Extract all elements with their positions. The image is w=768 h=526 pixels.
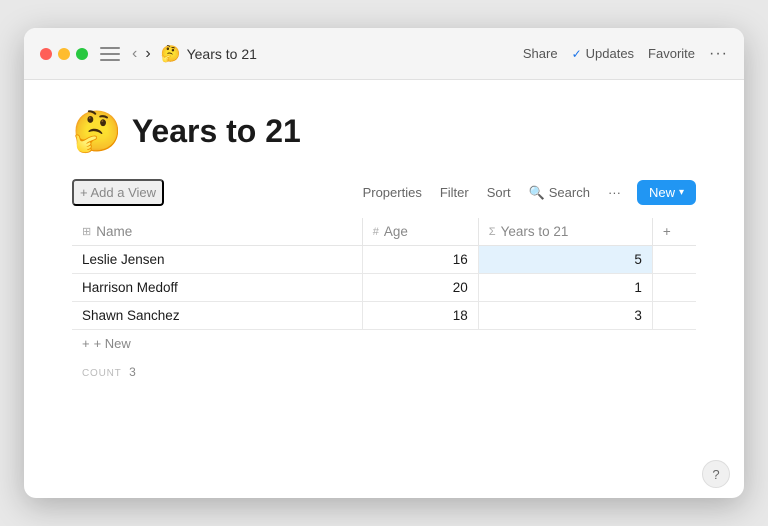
favorite-button[interactable]: Favorite bbox=[648, 46, 695, 61]
titlebar-actions: Share ✓ Updates Favorite ··· bbox=[523, 45, 728, 63]
toolbar: + Add a View Properties Filter Sort 🔍 Se… bbox=[72, 179, 696, 212]
content-area: 🤔 Years to 21 + Add a View Properties Fi… bbox=[24, 80, 744, 498]
titlebar-emoji: 🤔 bbox=[161, 44, 181, 64]
more-options-icon[interactable]: ··· bbox=[709, 45, 728, 63]
table-container: ⊞ Name # Age Σ bbox=[72, 218, 696, 478]
years-col-icon: Σ bbox=[489, 226, 496, 238]
table-row[interactable]: Leslie Jensen165 bbox=[72, 246, 696, 274]
maximize-button[interactable] bbox=[76, 48, 88, 60]
page-header: 🤔 Years to 21 bbox=[72, 108, 696, 155]
table-row[interactable]: Harrison Medoff201 bbox=[72, 274, 696, 302]
more-toolbar-options[interactable]: ··· bbox=[600, 181, 629, 204]
search-button[interactable]: 🔍 Search bbox=[521, 181, 598, 205]
cell-age[interactable]: 16 bbox=[362, 246, 478, 274]
updates-button[interactable]: ✓ Updates bbox=[572, 46, 634, 61]
data-table: ⊞ Name # Age Σ bbox=[72, 218, 696, 330]
add-col-icon: + bbox=[663, 224, 671, 239]
cell-years[interactable]: 3 bbox=[478, 302, 652, 330]
cell-add bbox=[652, 274, 696, 302]
name-col-icon: ⊞ bbox=[82, 225, 91, 238]
page-title: Years to 21 bbox=[132, 113, 301, 150]
cell-add bbox=[652, 302, 696, 330]
new-row-button[interactable]: + + New bbox=[72, 330, 696, 357]
main-window: ‹ › 🤔 Years to 21 Share ✓ Updates Favori… bbox=[24, 28, 744, 498]
table-row[interactable]: Shawn Sanchez183 bbox=[72, 302, 696, 330]
title-area: 🤔 Years to 21 bbox=[161, 44, 523, 64]
search-icon: 🔍 bbox=[529, 185, 545, 201]
cell-years[interactable]: 1 bbox=[478, 274, 652, 302]
cell-name[interactable]: Shawn Sanchez bbox=[72, 302, 362, 330]
cell-age[interactable]: 20 bbox=[362, 274, 478, 302]
sort-button[interactable]: Sort bbox=[479, 181, 519, 204]
count-label: COUNT bbox=[82, 368, 122, 379]
toolbar-left: + Add a View bbox=[72, 179, 353, 206]
back-arrow[interactable]: ‹ bbox=[130, 43, 139, 65]
count-row: COUNT 3 bbox=[72, 357, 696, 387]
add-view-button[interactable]: + Add a View bbox=[72, 179, 164, 206]
col-header-add[interactable]: + bbox=[652, 218, 696, 246]
col-header-years[interactable]: Σ Years to 21 bbox=[478, 218, 652, 246]
col-header-age[interactable]: # Age bbox=[362, 218, 478, 246]
table-header-row: ⊞ Name # Age Σ bbox=[72, 218, 696, 246]
help-button[interactable]: ? bbox=[702, 460, 730, 488]
col-header-name[interactable]: ⊞ Name bbox=[72, 218, 362, 246]
filter-button[interactable]: Filter bbox=[432, 181, 477, 204]
chevron-down-icon: ▾ bbox=[679, 187, 684, 198]
nav-arrows: ‹ › bbox=[130, 43, 153, 65]
share-button[interactable]: Share bbox=[523, 46, 558, 61]
cell-name[interactable]: Leslie Jensen bbox=[72, 246, 362, 274]
minimize-button[interactable] bbox=[58, 48, 70, 60]
page-header-emoji: 🤔 bbox=[72, 108, 122, 155]
count-value: 3 bbox=[129, 365, 136, 379]
new-button[interactable]: New ▾ bbox=[637, 180, 696, 205]
properties-button[interactable]: Properties bbox=[355, 181, 430, 204]
cell-add bbox=[652, 246, 696, 274]
titlebar: ‹ › 🤔 Years to 21 Share ✓ Updates Favori… bbox=[24, 28, 744, 80]
titlebar-page-title: Years to 21 bbox=[187, 46, 257, 62]
toolbar-right: Properties Filter Sort 🔍 Search ··· New … bbox=[355, 180, 696, 205]
close-button[interactable] bbox=[40, 48, 52, 60]
cell-age[interactable]: 18 bbox=[362, 302, 478, 330]
cell-name[interactable]: Harrison Medoff bbox=[72, 274, 362, 302]
cell-years[interactable]: 5 bbox=[478, 246, 652, 274]
menu-icon[interactable] bbox=[100, 47, 120, 61]
new-row-icon: + bbox=[82, 336, 90, 351]
traffic-lights bbox=[40, 48, 88, 60]
forward-arrow[interactable]: › bbox=[143, 43, 152, 65]
age-col-icon: # bbox=[373, 226, 379, 238]
